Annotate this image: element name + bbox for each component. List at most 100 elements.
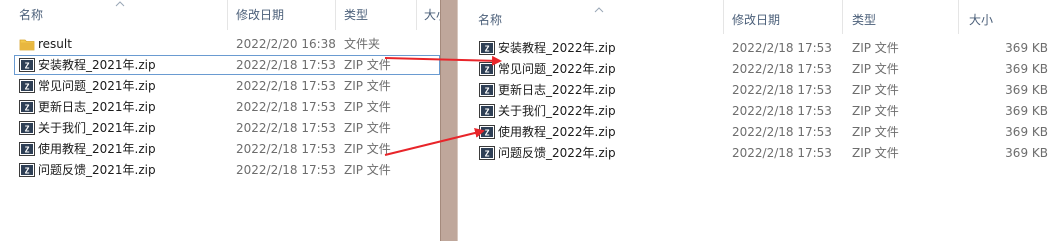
column-header-name[interactable]: 名称 <box>478 11 502 29</box>
svg-text:Z: Z <box>25 83 30 92</box>
modified-date: 2022/2/18 17:53 <box>732 41 832 55</box>
zip-archive-icon: Z <box>19 79 35 93</box>
svg-text:Z: Z <box>485 108 490 117</box>
column-divider[interactable] <box>723 0 724 34</box>
file-name-cell: result <box>19 34 219 54</box>
file-row[interactable]: Z 关于我们_2022年.zip 2022/2/18 17:53 ZIP 文件 369 … <box>474 101 1060 121</box>
file-type: ZIP 文件 <box>852 83 899 97</box>
file-row[interactable]: Z 安装教程_2021年.zip 2022/2/18 17:53 ZIP 文件 <box>14 55 440 75</box>
zip-archive-icon: Z <box>479 62 495 76</box>
file-row[interactable]: Z 问题反馈_2022年.zip 2022/2/18 17:53 ZIP 文件 369 … <box>474 143 1060 163</box>
modified-date: 2022/2/18 17:53 <box>236 142 336 156</box>
file-row[interactable]: Z 更新日志_2022年.zip 2022/2/18 17:53 ZIP 文件 369 … <box>474 80 1060 100</box>
column-divider[interactable] <box>335 0 336 30</box>
file-name: 更新日志_2021年.zip <box>38 100 156 114</box>
modified-date: 2022/2/20 16:38 <box>236 37 336 51</box>
file-row[interactable]: Z 安装教程_2022年.zip 2022/2/18 17:53 ZIP 文件 369 … <box>474 38 1060 58</box>
file-name-cell: Z 更新日志_2021年.zip <box>19 97 219 117</box>
svg-text:Z: Z <box>25 146 30 155</box>
file-size: 369 KB <box>1005 146 1048 160</box>
modified-date: 2022/2/18 17:53 <box>236 58 336 72</box>
file-name-cell: Z 问题反馈_2021年.zip <box>19 160 219 180</box>
file-name: 使用教程_2022年.zip <box>498 125 616 139</box>
file-type: ZIP 文件 <box>852 104 899 118</box>
file-type: 文件夹 <box>344 37 381 51</box>
file-name-cell: Z 安装教程_2022年.zip <box>479 38 679 58</box>
file-name-cell: Z 安装教程_2021年.zip <box>19 55 219 75</box>
file-row[interactable]: Z 常见问题_2022年.zip 2022/2/18 17:53 ZIP 文件 369 … <box>474 59 1060 79</box>
zip-archive-icon: Z <box>479 41 495 55</box>
file-type: ZIP 文件 <box>852 41 899 55</box>
zip-archive-icon: Z <box>479 146 495 160</box>
zip-archive-icon: Z <box>479 104 495 118</box>
file-row[interactable]: Z 问题反馈_2021年.zip 2022/2/18 17:53 ZIP 文件 <box>14 160 440 180</box>
file-name-cell: Z 更新日志_2022年.zip <box>479 80 679 100</box>
file-type: ZIP 文件 <box>852 146 899 160</box>
file-row[interactable]: Z 使用教程_2021年.zip 2022/2/18 17:53 ZIP 文件 <box>14 139 440 159</box>
column-header-type[interactable]: 类型 <box>344 6 368 24</box>
file-size: 369 KB <box>1005 83 1048 97</box>
right-file-list-pane: 名称 修改日期 类型 大小 Z 安装教程_2022年.zip 2022/2/18 1… <box>458 0 1060 241</box>
file-row[interactable]: Z 关于我们_2021年.zip 2022/2/18 17:53 ZIP 文件 <box>14 118 440 138</box>
file-size: 369 KB <box>1005 62 1048 76</box>
modified-date: 2022/2/18 17:53 <box>732 146 832 160</box>
file-name-cell: Z 关于我们_2021年.zip <box>19 118 219 138</box>
column-header-date[interactable]: 修改日期 <box>732 11 780 29</box>
modified-date: 2022/2/18 17:53 <box>236 79 336 93</box>
column-header-name[interactable]: 名称 <box>19 6 43 24</box>
file-name: 关于我们_2022年.zip <box>498 104 616 118</box>
file-row[interactable]: Z 使用教程_2022年.zip 2022/2/18 17:53 ZIP 文件 369 … <box>474 122 1060 142</box>
folder-icon <box>19 39 35 51</box>
file-name: 更新日志_2022年.zip <box>498 83 616 97</box>
zip-archive-icon: Z <box>19 121 35 135</box>
file-type: ZIP 文件 <box>344 100 391 114</box>
file-row[interactable]: result 2022/2/20 16:38 文件夹 <box>14 34 440 54</box>
file-row[interactable]: Z 常见问题_2021年.zip 2022/2/18 17:53 ZIP 文件 <box>14 76 440 96</box>
column-header-size[interactable]: 大小 <box>969 11 993 29</box>
file-name-cell: Z 常见问题_2022年.zip <box>479 59 679 79</box>
file-size: 369 KB <box>1005 125 1048 139</box>
file-name: 问题反馈_2021年.zip <box>38 163 156 177</box>
file-size: 369 KB <box>1005 104 1048 118</box>
column-divider[interactable] <box>416 0 417 30</box>
file-name: result <box>38 37 72 51</box>
file-type: ZIP 文件 <box>852 62 899 76</box>
file-type: ZIP 文件 <box>344 163 391 177</box>
sort-ascending-icon <box>115 1 125 7</box>
file-name: 常见问题_2021年.zip <box>38 79 156 93</box>
column-divider[interactable] <box>842 0 843 34</box>
file-name-cell: Z 常见问题_2021年.zip <box>19 76 219 96</box>
zip-archive-icon: Z <box>19 142 35 156</box>
pane-splitter[interactable] <box>440 0 458 241</box>
file-name-cell: Z 问题反馈_2022年.zip <box>479 143 679 163</box>
file-name-cell: Z 使用教程_2022年.zip <box>479 122 679 142</box>
file-name: 使用教程_2021年.zip <box>38 142 156 156</box>
column-divider[interactable] <box>227 0 228 30</box>
left-column-header: 名称 修改日期 类型 大小 <box>0 0 440 30</box>
zip-archive-icon: Z <box>19 163 35 177</box>
zip-archive-icon: Z <box>479 125 495 139</box>
file-name: 常见问题_2022年.zip <box>498 62 616 76</box>
file-type: ZIP 文件 <box>852 125 899 139</box>
svg-text:Z: Z <box>485 150 490 159</box>
file-type: ZIP 文件 <box>344 79 391 93</box>
column-header-size[interactable]: 大小 <box>424 6 440 24</box>
file-type: ZIP 文件 <box>344 58 391 72</box>
svg-text:Z: Z <box>485 129 490 138</box>
modified-date: 2022/2/18 17:53 <box>732 104 832 118</box>
svg-text:Z: Z <box>25 62 30 71</box>
svg-text:Z: Z <box>485 45 490 54</box>
svg-text:Z: Z <box>485 87 490 96</box>
sort-ascending-icon <box>594 7 604 13</box>
modified-date: 2022/2/18 17:53 <box>732 125 832 139</box>
column-header-type[interactable]: 类型 <box>852 11 876 29</box>
svg-text:Z: Z <box>25 167 30 176</box>
file-row[interactable]: Z 更新日志_2021年.zip 2022/2/18 17:53 ZIP 文件 <box>14 97 440 117</box>
svg-text:Z: Z <box>25 125 30 134</box>
column-header-date[interactable]: 修改日期 <box>236 6 284 24</box>
modified-date: 2022/2/18 17:53 <box>236 100 336 114</box>
file-type: ZIP 文件 <box>344 121 391 135</box>
column-divider[interactable] <box>958 0 959 34</box>
zip-archive-icon: Z <box>19 100 35 114</box>
modified-date: 2022/2/18 17:53 <box>732 62 832 76</box>
